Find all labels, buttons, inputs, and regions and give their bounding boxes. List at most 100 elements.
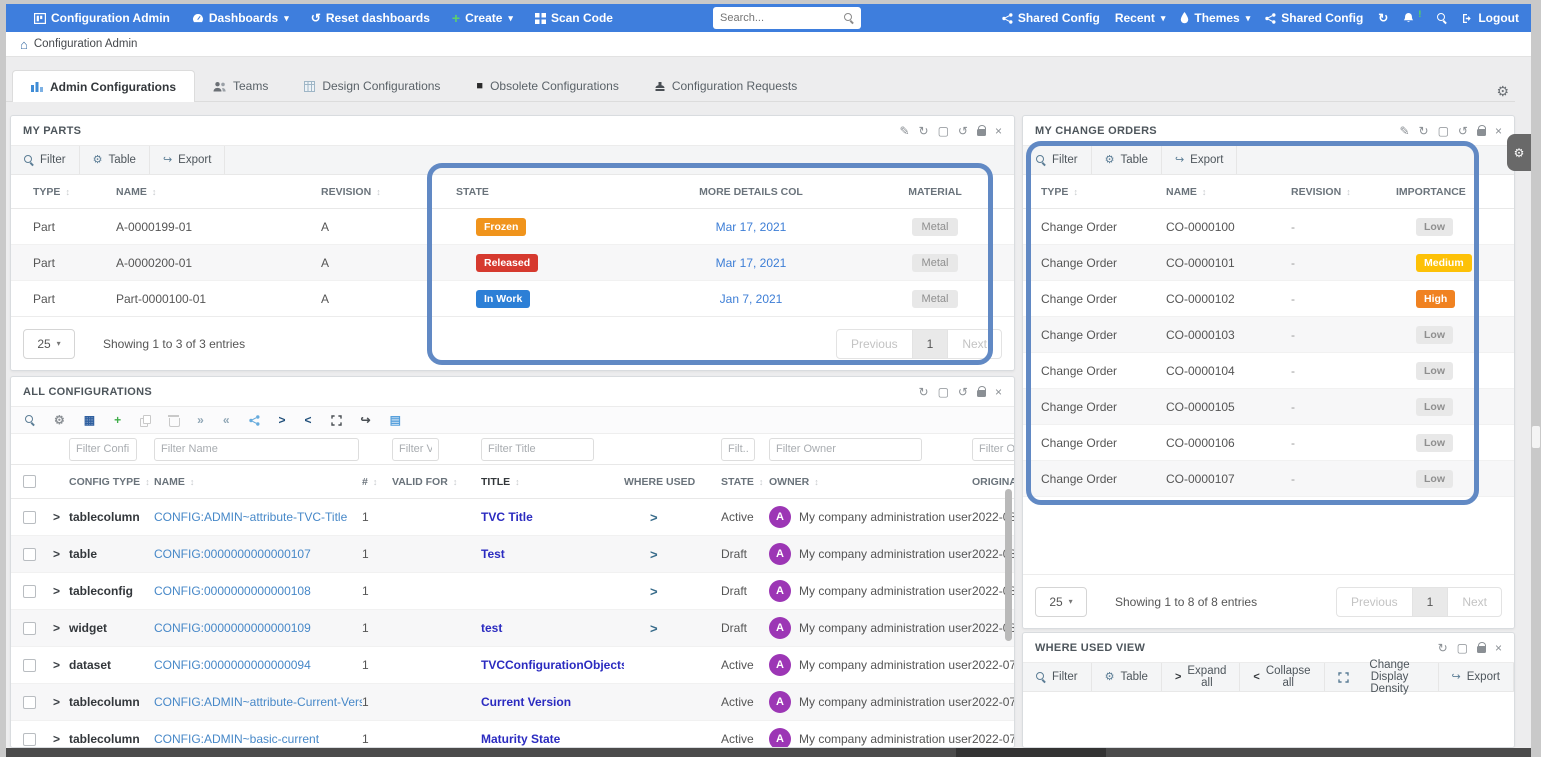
row-checkbox[interactable] bbox=[23, 622, 36, 635]
undo-icon[interactable]: ↺ bbox=[958, 386, 968, 398]
column-header-state[interactable]: STATE↕ bbox=[721, 476, 769, 488]
nav-item-scan-code[interactable]: Scan Code bbox=[535, 11, 613, 25]
edit-icon[interactable]: ✎ bbox=[1399, 125, 1409, 137]
column-header-config-type[interactable]: CONFIG TYPE↕ bbox=[69, 476, 154, 488]
table-row[interactable]: PartA-0000200-01AReleasedMar 17, 2021Met… bbox=[11, 245, 1014, 281]
date-link[interactable]: Mar 17, 2021 bbox=[716, 256, 787, 270]
date-link[interactable]: Jan 7, 2021 bbox=[720, 292, 783, 306]
horizontal-scrollbar-thumb[interactable] bbox=[956, 748, 1106, 757]
config-name-link[interactable]: CONFIG:ADMIN~attribute-Current-Version bbox=[154, 695, 362, 709]
config-name-link[interactable]: CONFIG:0000000000000109 bbox=[154, 621, 362, 635]
lock-icon[interactable] bbox=[1477, 125, 1486, 136]
config-name-link[interactable]: CONFIG:0000000000000107 bbox=[154, 547, 362, 561]
refresh-icon[interactable]: ↻ bbox=[1419, 125, 1429, 137]
undo-icon[interactable]: ↺ bbox=[1458, 125, 1468, 137]
row-checkbox[interactable] bbox=[23, 659, 36, 672]
column-header-name[interactable]: NAME↕ bbox=[1166, 186, 1291, 198]
expand-all-button[interactable]: >Expand all bbox=[1162, 663, 1240, 691]
window-icon[interactable]: ▢ bbox=[938, 125, 949, 137]
date-link[interactable]: Mar 17, 2021 bbox=[716, 220, 787, 234]
lock-icon[interactable] bbox=[977, 125, 986, 136]
table-row[interactable]: >tableconfigCONFIG:00000000000001081>Dra… bbox=[11, 573, 1014, 610]
plus-icon[interactable]: + bbox=[114, 414, 121, 426]
edit-icon[interactable]: ✎ bbox=[899, 125, 909, 137]
config-name-link[interactable]: CONFIG:0000000000000108 bbox=[154, 584, 362, 598]
row-checkbox[interactable] bbox=[23, 548, 36, 561]
row-checkbox[interactable] bbox=[23, 585, 36, 598]
column-header-material[interactable]: MATERIAL bbox=[908, 186, 961, 198]
current-page-button[interactable]: 1 bbox=[1412, 588, 1449, 616]
filter-config-type-input[interactable] bbox=[69, 438, 137, 461]
where-used-chevron-icon[interactable]: > bbox=[624, 584, 721, 599]
table-row[interactable]: Change OrderCO-0000105-Low bbox=[1023, 389, 1514, 425]
config-name-link[interactable]: CONFIG:0000000000000094 bbox=[154, 658, 362, 672]
chevron-right-icon[interactable]: > bbox=[279, 414, 286, 426]
column-header-owner[interactable]: OWNER↕ bbox=[769, 476, 972, 488]
page-size-select[interactable]: 25▾ bbox=[1035, 587, 1087, 617]
window-icon[interactable]: ▢ bbox=[1457, 642, 1468, 654]
expand-chevron-icon[interactable]: > bbox=[53, 732, 69, 746]
table-row[interactable]: PartA-0000199-01AFrozenMar 17, 2021Metal bbox=[11, 209, 1014, 245]
table-row[interactable]: Change OrderCO-0000100-Low bbox=[1023, 209, 1514, 245]
refresh-icon[interactable]: ↻ bbox=[919, 386, 929, 398]
column-header--[interactable]: #↕ bbox=[362, 476, 392, 488]
page-size-select[interactable]: 25▾ bbox=[23, 329, 75, 359]
sort-icon[interactable]: ↕ bbox=[1202, 187, 1207, 197]
copy-icon[interactable] bbox=[140, 415, 150, 426]
tab-configuration-requests[interactable]: Configuration Requests bbox=[637, 70, 815, 102]
close-icon[interactable]: × bbox=[995, 386, 1002, 398]
tab-obsolete-configurations[interactable]: ■Obsolete Configurations bbox=[458, 70, 636, 102]
sort-icon[interactable]: ↕ bbox=[759, 477, 764, 487]
title-link[interactable]: test bbox=[481, 621, 624, 635]
nav-item-recent[interactable]: Recent▾ bbox=[1115, 11, 1166, 25]
previous-page-button[interactable]: Previous bbox=[837, 330, 912, 358]
fast-forward-icon[interactable]: » bbox=[197, 414, 204, 426]
config-name-link[interactable]: CONFIG:ADMIN~basic-current bbox=[154, 732, 362, 746]
table-row[interactable]: Change OrderCO-0000101-Medium bbox=[1023, 245, 1514, 281]
corners-icon[interactable] bbox=[331, 415, 342, 426]
row-checkbox[interactable] bbox=[23, 733, 36, 746]
table-row[interactable]: >tablecolumnCONFIG:ADMIN~attribute-TVC-T… bbox=[11, 499, 1014, 536]
expand-chevron-icon[interactable]: > bbox=[53, 584, 69, 598]
search-icon[interactable] bbox=[25, 415, 35, 425]
sort-icon[interactable]: ↕ bbox=[453, 477, 458, 487]
column-header-type[interactable]: TYPE↕ bbox=[1041, 186, 1166, 198]
window-icon[interactable]: ▢ bbox=[938, 386, 949, 398]
table-row[interactable]: >tablecolumnCONFIG:ADMIN~basic-current1M… bbox=[11, 721, 1014, 748]
table-button[interactable]: ⚙Table bbox=[80, 146, 150, 174]
grid-icon[interactable]: ▦ bbox=[84, 414, 95, 426]
nav-item-reset-dashboards[interactable]: ↺Reset dashboards bbox=[311, 11, 430, 25]
title-link[interactable]: TVCConfigurationObjects bbox=[481, 658, 624, 672]
column-header-originated[interactable]: ORIGINATED bbox=[972, 476, 1014, 488]
column-header-valid-for[interactable]: VALID FOR↕ bbox=[392, 476, 481, 488]
column-header-where-used[interactable]: WHERE USED bbox=[624, 476, 721, 488]
horizontal-scrollbar[interactable] bbox=[6, 748, 1531, 757]
previous-page-button[interactable]: Previous bbox=[1337, 588, 1412, 616]
search-input[interactable] bbox=[720, 12, 844, 24]
expand-chevron-icon[interactable]: > bbox=[53, 547, 69, 561]
column-header-importance[interactable]: IMPORTANCE bbox=[1396, 186, 1504, 198]
sort-icon[interactable]: ↕ bbox=[373, 477, 378, 487]
chevron-left-icon[interactable]: < bbox=[305, 414, 312, 426]
search-icon[interactable] bbox=[844, 13, 854, 23]
column-header-title[interactable]: TITLE↕ bbox=[481, 476, 624, 488]
table-button[interactable]: ⚙Table bbox=[1092, 663, 1162, 691]
column-header-revision[interactable]: REVISION↕ bbox=[321, 186, 456, 198]
sort-icon[interactable]: ↕ bbox=[190, 477, 195, 487]
sort-icon[interactable]: ↕ bbox=[145, 477, 150, 487]
breadcrumb-label[interactable]: Configuration Admin bbox=[34, 38, 138, 50]
share-icon[interactable] bbox=[249, 415, 260, 426]
filter-owner-input[interactable] bbox=[769, 438, 922, 461]
where-used-chevron-icon[interactable]: > bbox=[624, 547, 721, 562]
table-icon[interactable]: ▤ bbox=[390, 414, 401, 426]
page-settings-gear-icon[interactable]: ⚙ bbox=[1496, 84, 1509, 98]
close-icon[interactable]: × bbox=[1495, 125, 1502, 137]
nav-item-shared-config[interactable]: Shared Config bbox=[1265, 11, 1363, 25]
home-icon[interactable]: ⌂ bbox=[20, 38, 28, 51]
close-icon[interactable]: × bbox=[1495, 642, 1502, 654]
refresh-icon[interactable]: ↻ bbox=[919, 125, 929, 137]
column-header-more-details-col[interactable]: MORE DETAILS COL bbox=[699, 186, 803, 198]
vertical-scrollbar-thumb[interactable] bbox=[1532, 426, 1540, 448]
filter-valid-for-input[interactable] bbox=[392, 438, 439, 461]
nav-item-search[interactable] bbox=[1437, 13, 1447, 23]
